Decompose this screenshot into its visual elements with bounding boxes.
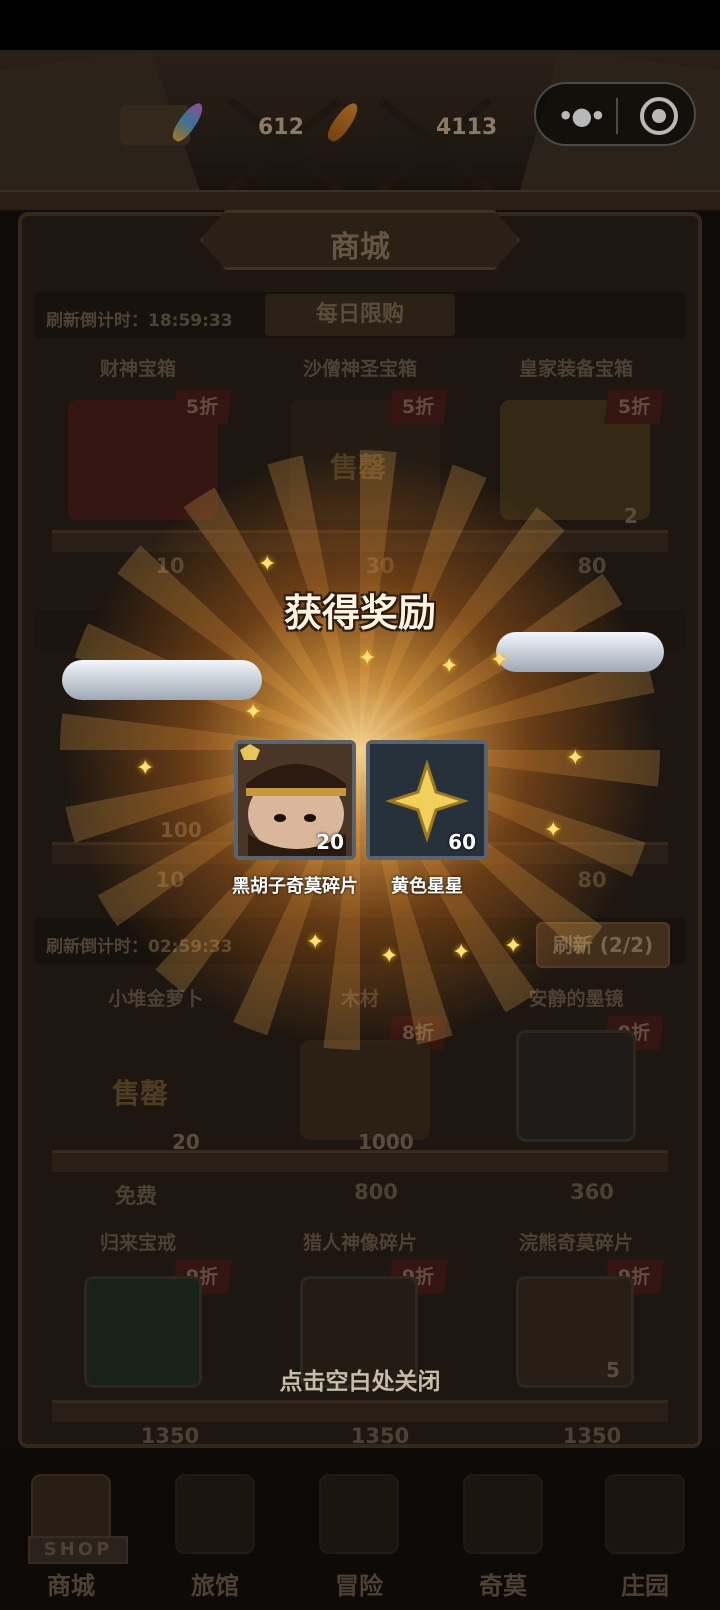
reward-title: 获得奖励 (283, 591, 436, 635)
sparkle-icon: ✦ (380, 944, 399, 969)
sparkle-icon: ✦ (504, 934, 523, 959)
cloud-right-decoration (496, 632, 664, 672)
reward-card-yellow-star[interactable]: 60 (366, 740, 488, 860)
sparkle-icon: ✦ (136, 756, 155, 781)
sparkle-icon: ✦ (258, 552, 277, 577)
sparkle-icon: ✦ (490, 648, 509, 673)
sparkle-icon: ✦ (544, 818, 563, 843)
sparkle-icon: ✦ (452, 940, 471, 965)
sparkle-icon: ✦ (358, 646, 377, 671)
cloud-left-decoration (62, 660, 262, 700)
sparkle-icon: ✦ (566, 746, 585, 771)
reward-count: 60 (448, 830, 476, 854)
sparkle-icon: ✦ (306, 930, 325, 955)
close-hint: 点击空白处关闭 (279, 1369, 441, 1395)
reward-card-pirate-shard[interactable]: 20 (234, 740, 356, 860)
reward-label: 黄色星星 (391, 876, 463, 897)
sparkle-icon: ✦ (244, 700, 263, 725)
reward-count: 20 (316, 830, 344, 854)
sparkle-icon: ✦ (440, 654, 459, 679)
game-screen: 612 4113 •●• 商城 刷新倒计时：18:59:33 每日限购 财神宝箱… (0, 0, 720, 1610)
